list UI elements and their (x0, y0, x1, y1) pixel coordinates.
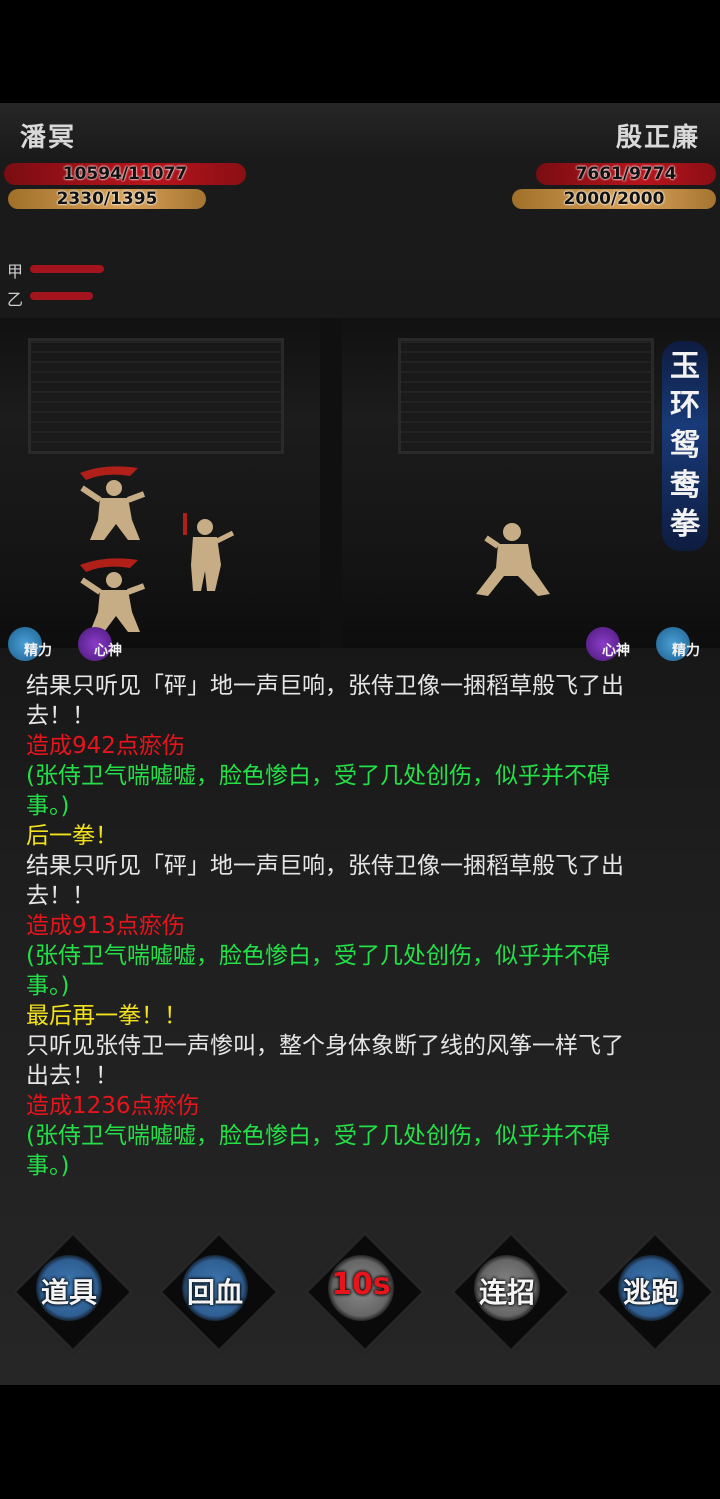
enemy-stamina-label: 精力 (672, 643, 700, 659)
background-window-right (398, 338, 654, 454)
enemy-guard-sprite (80, 558, 146, 632)
minion-b-hp-bar (30, 292, 93, 300)
log-line: 后一拳！ (26, 823, 118, 849)
log-line: 去！！ (26, 883, 95, 909)
background-pillar (320, 318, 342, 648)
player-hp-bar: 10594/11077 (4, 163, 246, 185)
player-sprite (476, 523, 550, 596)
cooldown-timer: 10s (331, 1267, 391, 1302)
player-mp-text: 2330/1395 (56, 189, 158, 209)
items-button-label: 道具 (40, 1276, 97, 1309)
log-line: 造成942点瘀伤 (26, 733, 185, 759)
heal-button[interactable]: 回血 (156, 1229, 282, 1355)
log-line: 只听见张侍卫一声惨叫，整个身体象断了线的风筝一样飞了 (26, 1033, 624, 1059)
cooldown-skill-button[interactable]: 10s (302, 1229, 428, 1355)
log-line: 结果只听见「砰」地一声巨响，张侍卫像一捆稻草般飞了出 (26, 853, 624, 879)
minion-a-label: 甲 (7, 262, 24, 281)
enemy-guard-sprite (80, 466, 146, 540)
minion-b-label: 乙 (7, 290, 24, 309)
log-line: 事。) (26, 973, 70, 999)
minion-a-hp-bar (30, 265, 104, 273)
enemy-hp-text: 7661/9774 (575, 164, 677, 184)
items-button[interactable]: 道具 (10, 1229, 136, 1355)
name-bar: 潘冥 殷正廉 (0, 103, 720, 158)
skill-char: 玉 (670, 348, 700, 384)
log-line: 造成1236点瘀伤 (26, 1093, 200, 1119)
log-line: (张侍卫气喘嘘嘘，脸色惨白，受了几处创伤，似乎并不碍 (26, 763, 610, 789)
flee-button[interactable]: 逃跑 (592, 1229, 718, 1355)
log-line: 造成913点瘀伤 (26, 913, 185, 939)
log-line: (张侍卫气喘嘘嘘，脸色惨白，受了几处创伤，似乎并不碍 (26, 1123, 610, 1149)
log-line: 最后再一拳！！ (26, 1003, 187, 1029)
player-hp-text: 10594/11077 (62, 164, 188, 184)
log-line: 出去！！ (26, 1063, 118, 1089)
log-line: 结果只听见「砰」地一声巨响，张侍卫像一捆稻草般飞了出 (26, 673, 624, 699)
battle-stage (0, 318, 720, 648)
player-stamina-label: 精力 (24, 643, 52, 659)
combo-button-label: 连招 (478, 1276, 535, 1309)
enemy-spirit-label: 心神 (602, 643, 630, 659)
log-line: 事。) (26, 793, 70, 819)
skill-char: 鸳 (670, 427, 700, 463)
log-line: 事。) (26, 1153, 70, 1179)
skill-char: 拳 (670, 507, 700, 543)
log-line: (张侍卫气喘嘘嘘，脸色惨白，受了几处创伤，似乎并不碍 (26, 943, 610, 969)
player-spirit-label: 心神 (94, 643, 122, 659)
combo-button[interactable]: 连招 (448, 1229, 574, 1355)
flee-button-label: 逃跑 (622, 1276, 679, 1309)
enemy-mp-bar: 2000/2000 (512, 189, 716, 209)
skill-name-banner: 玉 环 鸳 鸯 拳 (662, 341, 708, 551)
combat-log: 结果只听见「砰」地一声巨响，张侍卫像一捆稻草般飞了出 去！！ 造成942点瘀伤 (张侍… (26, 671, 698, 1181)
heal-button-label: 回血 (186, 1276, 243, 1309)
log-line: 去！！ (26, 703, 95, 729)
background-window-left (28, 338, 284, 454)
skill-char: 鸯 (670, 467, 700, 503)
ally-fighter-sprite (183, 513, 235, 591)
skill-char: 环 (670, 388, 700, 424)
battle-screen: 潘冥 殷正廉 10594/11077 2330/1395 7661/9774 2… (0, 103, 720, 1385)
player-mp-bar: 2330/1395 (8, 189, 206, 209)
enemy-hp-bar: 7661/9774 (536, 163, 716, 185)
enemy-name: 殷正廉 (615, 123, 700, 153)
player-name: 潘冥 (20, 123, 77, 153)
enemy-mp-text: 2000/2000 (563, 189, 665, 209)
